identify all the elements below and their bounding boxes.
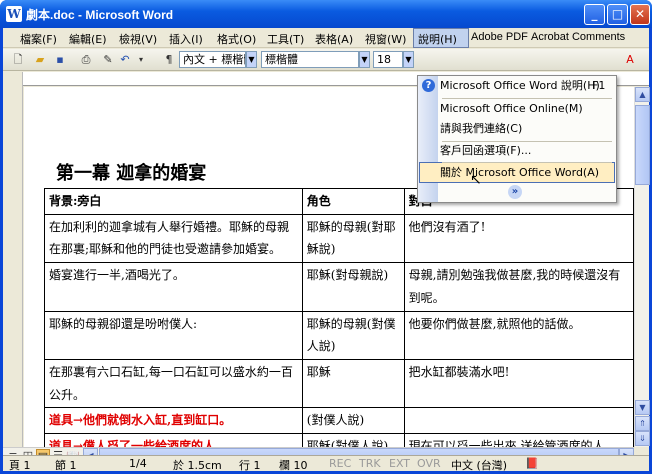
font-color-icon[interactable]: A: [623, 53, 637, 67]
spelling-status-icon[interactable]: 📕: [525, 457, 539, 470]
minimize-button[interactable]: _: [584, 4, 605, 25]
role-cell: 耶穌的母親(對僕人說): [301, 310, 405, 360]
menu-item-office-online[interactable]: Microsoft Office Online(M): [440, 99, 583, 119]
status-rec[interactable]: REC: [329, 457, 351, 470]
background-cell-prop: 道具→他們就倒水入缸,直到缸口。: [44, 407, 303, 435]
menu-help[interactable]: 說明(H): [418, 31, 457, 47]
background-cell: 耶穌的母親卻還是吩咐僕人:: [44, 310, 303, 360]
script-table[interactable]: 背景:旁白 角色 對白 在加利利的迦拿城有人舉行婚禮。耶穌的母親在那裏;耶穌和他…: [44, 188, 634, 460]
undo-icon[interactable]: ↶: [118, 53, 132, 67]
background-cell: 在那裏有六口石缸,每一口石缸可以盛水約一百公升。: [44, 358, 303, 409]
scroll-down-icon[interactable]: ▼: [635, 400, 650, 415]
scroll-thumb[interactable]: [635, 105, 650, 185]
previous-page-icon[interactable]: ⇑: [635, 416, 650, 431]
background-cell: 在加利利的迦拿城有人舉行婚禮。耶穌的母親在那裏;耶穌和他的門徒也受邀請參加婚宴。: [44, 213, 303, 264]
role-cell: 耶穌的母親(對耶穌說): [301, 213, 405, 264]
menu-bar: 檔案(F) 編輯(E) 檢視(V) 插入(I) 格式(O) 工具(T) 表格(A…: [3, 28, 649, 48]
menu-acrobat-comments[interactable]: Acrobat Comments: [531, 31, 625, 43]
status-page: 頁 1: [9, 459, 31, 472]
vertical-scrollbar[interactable]: ▲ ▼ ⇑ ⇓: [634, 87, 650, 447]
menu-edit[interactable]: 編輯(E): [69, 31, 107, 47]
table-row: 婚宴進行一半,酒喝光了。 耶穌(對母親說) 母親,請別勉強我做甚麼,我的時候還沒…: [44, 262, 634, 312]
menu-icon-strip: [418, 76, 438, 202]
role-cell: (對僕人說): [301, 407, 405, 435]
menu-item-contact-us[interactable]: 請與我們連絡(C): [440, 119, 522, 139]
table-row: 耶穌的母親卻還是吩咐僕人: 耶穌的母親(對僕人說) 他要你們做甚麼,就照他的話做…: [44, 310, 634, 360]
status-position: 於 1.5cm: [173, 459, 222, 472]
dialogue-cell: [403, 407, 634, 435]
status-line: 行 1: [239, 459, 261, 472]
save-icon[interactable]: ▪: [53, 53, 67, 67]
dialogue-cell: 母親,請別勉強我做甚麼,我的時候還沒有到呢。: [403, 262, 634, 312]
menu-item-about-word[interactable]: 關於 Microsoft Office Word(A): [440, 163, 599, 183]
mouse-pointer-icon: ↖: [470, 172, 482, 188]
menu-item-feedback-options[interactable]: 客戶回函選項(F)...: [440, 141, 531, 161]
close-button[interactable]: ✕: [630, 4, 650, 25]
status-ovr[interactable]: OVR: [417, 457, 441, 470]
help-menu-dropdown: ? Microsoft Office Word 說明(H) F1 Microso…: [417, 75, 617, 203]
open-folder-icon[interactable]: ▰: [33, 53, 47, 67]
table-row: 道具→他們就倒水入缸,直到缸口。 (對僕人說): [44, 407, 634, 435]
scroll-up-icon[interactable]: ▲: [635, 87, 650, 102]
undo-dropdown-icon[interactable]: ▾: [134, 53, 148, 67]
status-ext[interactable]: EXT: [389, 457, 410, 470]
status-section: 節 1: [55, 459, 77, 472]
formatting-toolbar: 🗋 ▰ ▪ ⎙ ✎ ↶ ▾ ¶ 內文 + 標楷體 ▼ 標楷體 ▼ 18 ▼ A: [3, 49, 649, 71]
style-combo[interactable]: 內文 + 標楷體: [179, 51, 246, 68]
next-page-icon[interactable]: ⇓: [635, 431, 650, 446]
scene-heading: 第一幕 迦拿的婚宴: [56, 163, 207, 184]
menu-window[interactable]: 視窗(W): [365, 31, 406, 47]
status-pages: 1/4: [129, 457, 147, 470]
status-trk[interactable]: TRK: [359, 457, 381, 470]
spelling-icon[interactable]: ✎: [101, 53, 115, 67]
dialogue-cell: 他要你們做甚麼,就照他的話做。: [403, 310, 634, 360]
status-column: 欄 10: [279, 459, 308, 472]
status-language[interactable]: 中文 (台灣): [451, 457, 507, 473]
expand-menu-icon[interactable]: »: [508, 185, 522, 199]
background-cell: 婚宴進行一半,酒喝光了。: [44, 262, 303, 312]
dialogue-cell: 他們沒有酒了!: [403, 213, 634, 264]
menu-adobe-pdf[interactable]: Adobe PDF: [471, 31, 528, 43]
word-window: W 劇本.doc - Microsoft Word _ □ ✕ 檔案(F) 編輯…: [0, 0, 652, 474]
word-app-icon[interactable]: W: [6, 6, 22, 22]
size-dropdown-arrow[interactable]: ▼: [403, 51, 414, 68]
new-document-icon[interactable]: 🗋: [11, 53, 25, 67]
table-row: 在加利利的迦拿城有人舉行婚禮。耶穌的母親在那裏;耶穌和他的門徒也受邀請參加婚宴。…: [44, 213, 634, 264]
font-combo[interactable]: 標楷體: [261, 51, 359, 68]
font-dropdown-arrow[interactable]: ▼: [359, 51, 370, 68]
table-row: 在那裏有六口石缸,每一口石缸可以盛水約一百公升。 耶穌 把水缸都裝滿水吧!: [44, 358, 634, 409]
style-dropdown-arrow[interactable]: ▼: [246, 51, 257, 68]
header-background: 背景:旁白: [44, 188, 303, 215]
header-role: 角色: [301, 188, 405, 215]
status-bar: 頁 1 節 1 1/4 於 1.5cm 行 1 欄 10 REC TRK EXT…: [3, 455, 649, 473]
menu-tools[interactable]: 工具(T): [267, 31, 304, 47]
menu-insert[interactable]: 插入(I): [169, 31, 203, 47]
menu-item-word-help[interactable]: Microsoft Office Word 說明(H): [440, 76, 600, 96]
styles-icon[interactable]: ¶: [162, 53, 176, 67]
vertical-ruler[interactable]: [3, 72, 23, 464]
font-size-combo[interactable]: 18: [373, 51, 403, 68]
maximize-button[interactable]: □: [607, 4, 628, 25]
menu-format[interactable]: 格式(O): [217, 31, 256, 47]
menu-table[interactable]: 表格(A): [315, 31, 353, 47]
dialogue-cell: 把水缸都裝滿水吧!: [403, 358, 634, 409]
menu-item-word-help-shortcut: F1: [592, 79, 606, 92]
title-bar[interactable]: W 劇本.doc - Microsoft Word _ □ ✕: [0, 0, 652, 28]
help-icon: ?: [422, 79, 435, 92]
print-icon[interactable]: ⎙: [79, 53, 93, 67]
menu-view[interactable]: 檢視(V): [119, 31, 157, 47]
menu-file[interactable]: 檔案(F): [20, 31, 57, 47]
role-cell: 耶穌: [301, 358, 405, 409]
role-cell: 耶穌(對母親說): [301, 262, 405, 312]
window-title: 劇本.doc - Microsoft Word: [26, 8, 174, 22]
